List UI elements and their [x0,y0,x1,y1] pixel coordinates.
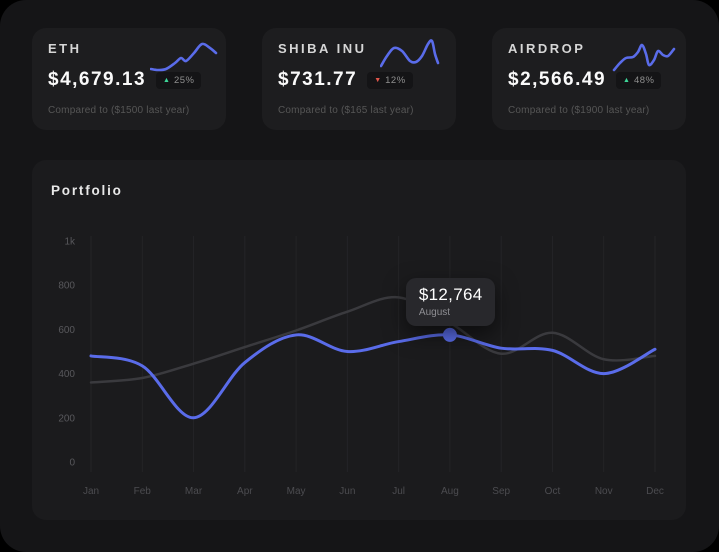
price-value: $4,679.13 [48,69,146,91]
sparkline-icon [610,36,678,76]
svg-text:200: 200 [58,413,75,424]
svg-text:800: 800 [58,281,75,292]
app-surface: ETH $4,679.13 ▲ 25% Compared to ($1500 l… [0,0,719,552]
svg-text:Aug: Aug [441,486,459,497]
svg-text:600: 600 [58,325,75,336]
svg-text:Dec: Dec [646,486,664,497]
comparison-caption: Compared to ($165 last year) [278,105,440,116]
svg-text:1k: 1k [64,237,76,248]
svg-text:Mar: Mar [185,486,203,497]
comparison-caption: Compared to ($1500 last year) [48,105,210,116]
change-percent: 25% [174,75,195,86]
stat-card-airdrop[interactable]: AIRDROP $2,566.49 ▲ 48% Compared to ($19… [492,28,686,130]
stat-card-eth[interactable]: ETH $4,679.13 ▲ 25% Compared to ($1500 l… [32,28,226,130]
svg-text:Oct: Oct [545,486,561,497]
sparkline-icon [150,36,218,76]
svg-text:Sep: Sep [492,486,510,497]
svg-text:Apr: Apr [237,486,253,497]
portfolio-panel: Portfolio 1k8006004002000JanFebMarAprMay… [32,160,686,520]
stat-card-shiba-inu[interactable]: SHIBA INU $731.77 ▼ 12% Compared to ($16… [262,28,456,130]
svg-text:Jul: Jul [392,486,405,497]
svg-text:Jan: Jan [83,486,99,497]
change-percent: 48% [634,75,655,86]
svg-text:0: 0 [69,458,75,469]
trend-up-icon: ▲ [623,77,630,84]
svg-text:Jun: Jun [339,486,355,497]
trend-up-icon: ▲ [163,77,170,84]
svg-text:May: May [287,486,306,497]
portfolio-line-chart[interactable]: 1k 800 600 400 200 0 Jan Feb Mar Apr May Jun Jul Aug S… [32,160,686,520]
stat-cards-row: ETH $4,679.13 ▲ 25% Compared to ($1500 l… [32,28,686,130]
trend-down-icon: ▼ [374,77,381,84]
svg-text:Nov: Nov [595,486,613,497]
price-value: $2,566.49 [508,69,606,91]
price-value: $731.77 [278,69,357,91]
sparkline-icon [380,36,448,76]
svg-text:Feb: Feb [134,486,152,497]
svg-text:400: 400 [58,369,75,380]
change-percent: 12% [385,75,406,86]
comparison-caption: Compared to ($1900 last year) [508,105,670,116]
